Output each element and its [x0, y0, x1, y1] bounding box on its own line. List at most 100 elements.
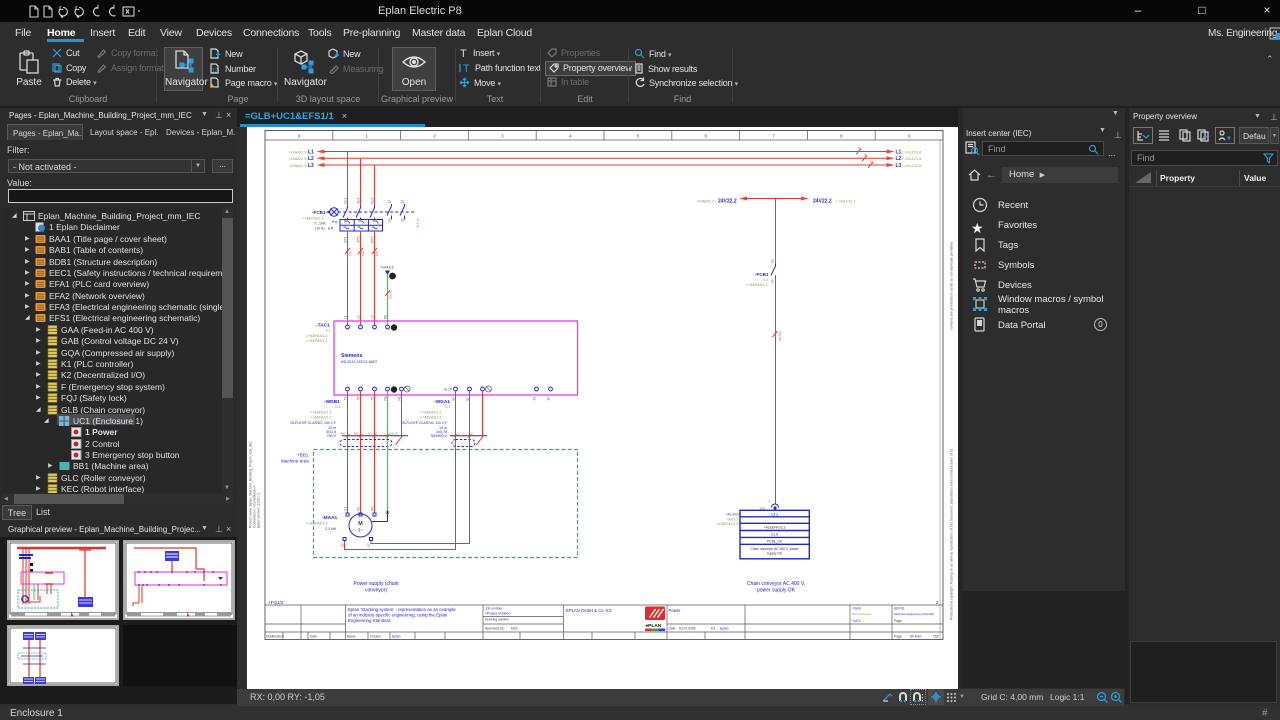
svg-text:Stck-conveyor: Stck-conveyor	[852, 612, 871, 616]
svg-text:/ =GLC/1.6: / =GLC/1.6	[902, 156, 922, 161]
svg-text:Eplan 'Stacking system' - repr: Eplan 'Stacking system' - representation…	[348, 607, 456, 612]
svg-text:▼: ▼	[1226, 136, 1232, 142]
svg-text:<Project number>: <Project number>	[485, 612, 511, 616]
svg-text:ÖLFLEX® CLASSIC 110 CY: ÖLFLEX® CLASSIC 110 CY	[401, 421, 447, 425]
svg-text:7...10A: 7...10A	[314, 222, 326, 226]
svg-text:L2: L2	[896, 156, 902, 162]
svg-text:BK: BK	[341, 432, 345, 436]
svg-text:=GAB/5.2 /: =GAB/5.2 /	[696, 198, 717, 203]
svg-text:GNYE: GNYE	[390, 432, 399, 436]
svg-text:/ =GLC/1.7: / =GLC/1.7	[836, 198, 856, 203]
svg-text:B-: B-	[465, 397, 469, 400]
svg-text:T3: T3	[370, 397, 374, 401]
svg-text:=GAA/1.9 /: =GAA/1.9 /	[289, 163, 310, 168]
svg-text:Protected by copyright. Passin: Protected by copyright. Passing on as we…	[950, 448, 954, 620]
svg-text:supply OK: supply OK	[767, 552, 783, 556]
svg-text:GY: GY	[368, 432, 372, 436]
svg-text:6/T3: 6/T3	[370, 236, 374, 243]
svg-text:13: 13	[341, 543, 345, 547]
svg-text:=+&EFA3/1.2: =+&EFA3/1.2	[306, 339, 327, 343]
svg-text:=+&EFA3/1.3: =+&EFA3/1.3	[310, 411, 331, 415]
svg-text:13: 13	[387, 200, 391, 204]
svg-text:54 from: 54 from	[910, 635, 922, 639]
svg-text:Siemens: Siemens	[341, 353, 362, 359]
svg-text:Ed.: Ed.	[711, 627, 716, 631]
svg-text:22: 22	[400, 218, 404, 222]
svg-text:E1.6: E1.6	[771, 533, 778, 537]
svg-text:/1.1: /1.1	[763, 278, 769, 282]
svg-text:Chain conveyor AC 400 V,: Chain conveyor AC 400 V,	[747, 581, 805, 587]
svg-text:Eplan: Eplan	[720, 627, 729, 631]
svg-text:=+&EFA3/1.3: =+&EFA3/1.3	[420, 411, 441, 415]
svg-text:/1.1: /1.1	[325, 329, 331, 333]
svg-text:2,2 kW: 2,2 kW	[325, 527, 337, 531]
svg-text:/ =GLC/1.6: / =GLC/1.6	[902, 149, 922, 154]
svg-text:13: 13	[771, 259, 775, 263]
svg-text:C8 a: C8 a	[771, 512, 778, 516]
svg-text:Machine area: Machine area	[281, 459, 309, 464]
svg-text:=A2/1.2: =A2/1.2	[726, 517, 738, 521]
svg-text:Engineering Standard: Engineering Standard	[348, 618, 391, 623]
svg-text:EPLAN GmbH & Co. KG: EPLAN GmbH & Co. KG	[566, 608, 612, 613]
svg-text:/1.1: /1.1	[335, 405, 341, 409]
svg-text:16A: 16A	[361, 251, 365, 256]
svg-text:EES: EES	[511, 627, 518, 631]
svg-text:/1.3 14: /1.3 14	[416, 218, 420, 228]
svg-text:L3: L3	[308, 163, 314, 169]
svg-text:conveyor): conveyor)	[365, 588, 387, 594]
svg-text:Power: Power	[669, 608, 681, 613]
svg-text:Page: Page	[894, 635, 902, 639]
svg-text:Eplan version: 2026.0.1: Eplan version: 2026.0.1	[257, 492, 261, 528]
svg-text:Eplan: Eplan	[392, 635, 401, 639]
svg-text:6SL3210-1KE13-8AF2: 6SL3210-1KE13-8AF2	[341, 360, 377, 364]
svg-text:-FCB1: -FCB1	[755, 272, 769, 277]
svg-text:D8 4.95: D8 4.95	[778, 331, 782, 341]
svg-text:Drawing number: Drawing number	[485, 618, 510, 622]
svg-text:152: 152	[933, 635, 939, 639]
svg-text:=+&EFA3/1.3: =+&EFA3/1.3	[746, 283, 767, 287]
svg-text:-FCB1: -FCB1	[312, 210, 326, 215]
svg-text:12: 12	[212, 69, 219, 75]
svg-text:5/L3: 5/L3	[370, 198, 374, 204]
svg-text:Chain conveyor AC 400 V, power: Chain conveyor AC 400 V, power	[750, 547, 799, 551]
svg-text:750 V: 750 V	[327, 434, 337, 438]
svg-text:of an industry-specific engine: of an industry-specific engineering, usi…	[348, 613, 448, 618]
svg-text:PCB1_OK: PCB1_OK	[767, 539, 783, 543]
svg-text:=+&EFA3/1.2: =+&EFA3/1.2	[310, 416, 331, 420]
svg-text:Page: Page	[894, 619, 902, 623]
svg-text:16A: 16A	[348, 251, 352, 256]
svg-text:+UC1: +UC1	[852, 619, 861, 623]
svg-text:24V22.2: 24V22.2	[813, 199, 832, 205]
svg-text:2/T1: 2/T1	[343, 236, 347, 243]
svg-text:L3: L3	[896, 163, 902, 169]
svg-text:Date: Date	[310, 635, 317, 639]
svg-text:UL/37: UL/37	[444, 388, 453, 392]
svg-text:=+&EFA3/1.3: =+&EFA3/1.3	[302, 217, 323, 221]
svg-text:=+&EFA3/1.3: =+&EFA3/1.3	[306, 522, 327, 526]
svg-text:14: 14	[387, 218, 391, 222]
svg-text:3~: 3~	[358, 528, 364, 533]
svg-text:M: M	[358, 521, 363, 527]
svg-text:ePLAN: ePLAN	[646, 623, 662, 629]
svg-text:+A1&EFA1/2.3: +A1&EFA1/2.3	[764, 526, 786, 530]
svg-text:L1: L1	[343, 315, 347, 319]
svg-text:+A1-K02: +A1-K02	[726, 513, 739, 517]
svg-text:Power supply (chain: Power supply (chain	[353, 581, 398, 587]
svg-text:T: T	[463, 63, 470, 73]
svg-text:&EFS1: &EFS1	[894, 607, 905, 611]
svg-text:Creator: Creator	[370, 635, 382, 639]
svg-text:17: 17	[367, 543, 371, 547]
svg-text:14: 14	[771, 279, 775, 283]
svg-text:L3: L3	[370, 315, 374, 319]
svg-text:D1: D1	[864, 153, 868, 157]
svg-text:-MAA1: -MAA1	[322, 515, 338, 521]
svg-text:=A1&EFA1/2.3: =A1&EFA1/2.3	[716, 522, 738, 526]
svg-text:W1: W1	[370, 506, 374, 511]
svg-text:T2: T2	[356, 397, 360, 401]
svg-text:=GLB: =GLB	[852, 607, 862, 611]
svg-text:1: 1	[458, 432, 460, 436]
svg-text:L1: L1	[896, 150, 902, 156]
svg-text:U1: U1	[343, 507, 347, 511]
svg-text:D1: D1	[858, 146, 862, 150]
svg-text:L2: L2	[356, 315, 360, 319]
